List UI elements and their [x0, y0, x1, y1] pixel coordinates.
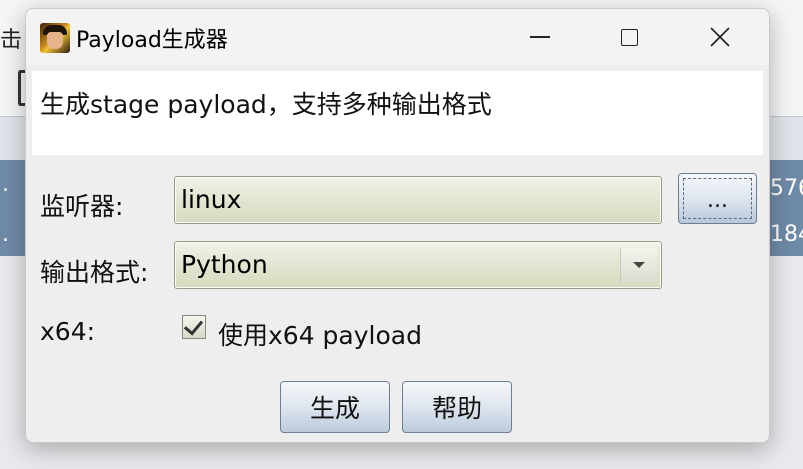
output-format-value: Python [181, 250, 268, 279]
close-button[interactable] [678, 9, 762, 65]
description-panel: 生成stage payload，支持多种输出格式 [32, 71, 763, 155]
description-text: 生成stage payload，支持多种输出格式 [40, 90, 492, 119]
generate-button[interactable]: 生成 [280, 381, 390, 433]
x64-checkbox-label[interactable]: 使用x64 payload [218, 316, 422, 352]
output-format-select[interactable]: Python [174, 241, 662, 289]
payload-generator-dialog: Payload生成器 生成stage payload，支持多种输出格式 监听器:… [25, 8, 770, 443]
listener-label: 监听器: [40, 192, 124, 221]
background-row-dot: . [2, 222, 9, 247]
background-menu-char: 击 [0, 28, 23, 53]
maximize-icon [620, 28, 638, 46]
x64-checkbox[interactable] [182, 315, 206, 339]
app-avatar-icon [40, 23, 70, 53]
chevron-down-icon [633, 262, 645, 268]
checkmark-icon [183, 315, 204, 336]
x64-label: x64: [40, 317, 96, 346]
output-format-label: 输出格式: [40, 258, 149, 287]
background-row-value: 184 [770, 222, 803, 247]
background-row-value: 576 [770, 176, 803, 201]
output-format-dropdown-button[interactable] [620, 248, 657, 282]
minimize-button[interactable] [498, 9, 582, 65]
help-button[interactable]: 帮助 [402, 381, 512, 433]
close-icon [710, 27, 730, 47]
listener-value: linux [181, 185, 242, 214]
window-title: Payload生成器 [76, 28, 228, 53]
browse-button-label: ... [707, 188, 728, 213]
title-bar[interactable]: Payload生成器 [26, 9, 769, 65]
background-row-dot: . [2, 172, 9, 197]
listener-browse-button[interactable]: ... [678, 173, 757, 224]
maximize-button[interactable] [587, 9, 671, 65]
minimize-icon [530, 36, 550, 38]
listener-field[interactable]: linux [174, 176, 662, 224]
